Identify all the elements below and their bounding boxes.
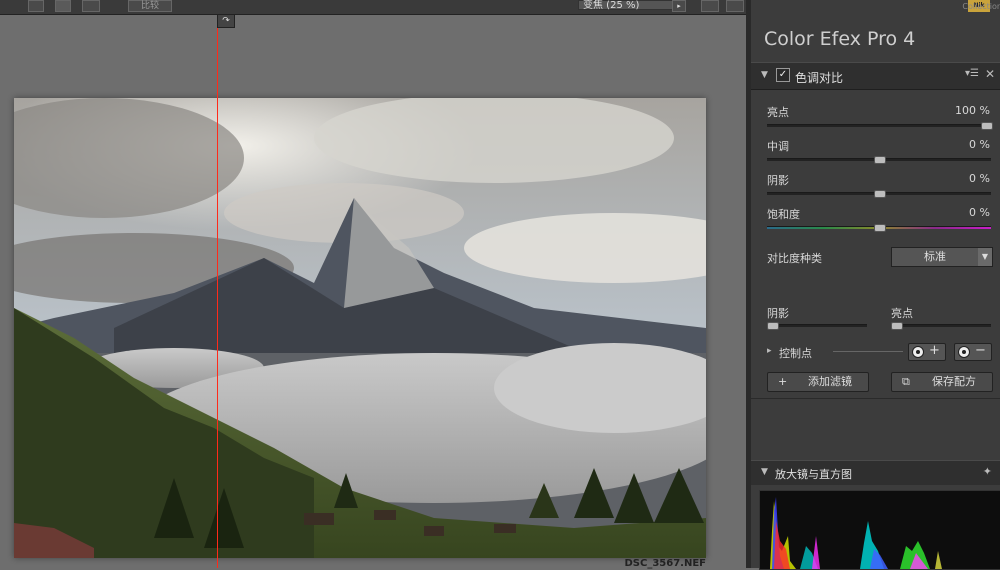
- contrast-type-label: 对比度种类: [767, 252, 822, 265]
- highlight-protect-label: 亮点: [891, 307, 913, 320]
- split-handle-icon[interactable]: ↷: [217, 14, 235, 28]
- right-panel: Nik Collection Color Efex Pro 4 ▼ ✓ 色调对比 …: [751, 0, 1000, 570]
- remove-control-point-button[interactable]: −: [954, 343, 992, 361]
- shadow-protect-slider[interactable]: [767, 324, 867, 327]
- pin-icon[interactable]: ✦: [983, 465, 992, 478]
- panel-separator: [751, 398, 1000, 399]
- add-filter-label: 添加滤镜: [808, 375, 852, 388]
- param-label: 亮点: [767, 106, 789, 119]
- control-points-row: ▸ 控制点 + −: [751, 340, 1000, 364]
- side-by-side-view-button[interactable]: [82, 0, 100, 12]
- control-points-divider: [833, 351, 903, 352]
- histogram: [759, 490, 1000, 570]
- compare-button[interactable]: 比较: [128, 0, 172, 12]
- filter-menu-icon[interactable]: ▾☰: [965, 68, 979, 79]
- app-title: Color Efex Pro 4: [764, 28, 915, 50]
- app-version: 4: [903, 28, 916, 50]
- recipe-icon: ⧉: [902, 375, 910, 388]
- filter-enable-checkbox[interactable]: ✓: [776, 68, 790, 82]
- save-recipe-label: 保存配方: [932, 375, 976, 388]
- param-value: 100 %: [955, 104, 990, 117]
- filter-close-icon[interactable]: ✕: [985, 67, 995, 81]
- param-slider-knob[interactable]: [874, 190, 886, 198]
- param-label: 饱和度: [767, 208, 800, 221]
- single-view-button[interactable]: [28, 0, 44, 12]
- save-recipe-button[interactable]: ⧉ 保存配方: [891, 372, 993, 392]
- filter-header-tonal-contrast[interactable]: ▼ ✓ 色调对比 ▾☰ ✕: [751, 62, 1000, 90]
- landscape-photo: [14, 98, 706, 558]
- param-label: 中调: [767, 140, 789, 153]
- histogram-graph: [770, 497, 942, 569]
- zoom-label: 变焦 (25 %): [583, 0, 640, 11]
- image-filename: DSC_3567.NEF: [624, 558, 706, 569]
- minus-icon: −: [975, 343, 986, 358]
- add-filter-button[interactable]: + 添加滤镜: [767, 372, 869, 392]
- param-label: 阴影: [767, 174, 789, 187]
- plus-icon: +: [778, 375, 788, 388]
- app-title-text: Color Efex Pro: [764, 28, 898, 50]
- chevron-down-icon[interactable]: ▼: [978, 248, 992, 266]
- collection-label: Collection: [962, 2, 1000, 11]
- plus-icon: +: [929, 343, 940, 358]
- param-slider-knob[interactable]: [981, 122, 993, 130]
- contrast-type-value: 标准: [924, 250, 946, 263]
- loupe-collapse-icon[interactable]: ▼: [761, 467, 768, 477]
- split-view-button[interactable]: [55, 0, 71, 12]
- zoom-arrow-button[interactable]: ▸: [672, 0, 686, 12]
- param-slider[interactable]: [767, 124, 991, 127]
- highlight-protect-knob[interactable]: [891, 322, 903, 330]
- control-points-label: 控制点: [779, 347, 812, 360]
- control-point-icon: [958, 346, 970, 358]
- export-icon[interactable]: [726, 0, 744, 12]
- param-value: 0 %: [969, 206, 990, 219]
- control-points-expand-icon[interactable]: ▸: [767, 346, 772, 356]
- param-value: 0 %: [969, 172, 990, 185]
- filter-name: 色调对比: [795, 71, 844, 85]
- highlight-protect-slider[interactable]: [891, 324, 991, 327]
- contrast-type-select[interactable]: 标准 ▼: [891, 247, 993, 267]
- preview-image[interactable]: [14, 98, 706, 558]
- control-point-icon: [912, 346, 924, 358]
- top-toolbar: 比较 变焦 (25 %) ▸: [0, 0, 746, 15]
- shadow-protect-label: 阴影: [767, 307, 789, 320]
- split-preview-line[interactable]: [217, 14, 218, 568]
- param-value: 0 %: [969, 138, 990, 151]
- param-slider-knob[interactable]: [874, 156, 886, 164]
- zoom-select[interactable]: 变焦 (25 %): [578, 0, 684, 11]
- loupe-histogram-title: 放大镜与直方图: [775, 468, 852, 481]
- lightbulb-icon[interactable]: [701, 0, 719, 12]
- collapse-arrow-icon[interactable]: ▼: [761, 70, 768, 80]
- param-slider-knob[interactable]: [874, 224, 886, 232]
- shadow-protect-knob[interactable]: [767, 322, 779, 330]
- add-control-point-button[interactable]: +: [908, 343, 946, 361]
- loupe-histogram-header[interactable]: ▼ 放大镜与直方图 ✦: [751, 460, 1000, 485]
